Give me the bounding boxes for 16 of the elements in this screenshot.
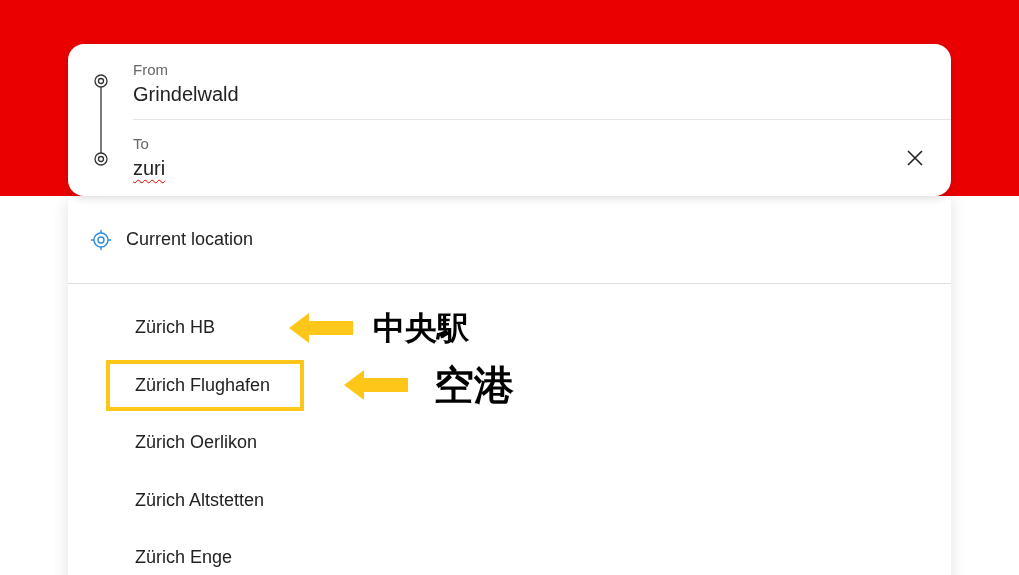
from-field[interactable]: Grindelwald — [133, 79, 951, 108]
current-location-item[interactable]: Current location — [126, 226, 254, 253]
station-suggestion[interactable]: Zürich Enge — [106, 532, 267, 575]
from-label: From — [133, 59, 169, 80]
location-target-icon — [90, 228, 112, 251]
station-suggestion[interactable]: Zürich Altstetten — [106, 474, 299, 526]
annotation-label: 中央駅 — [373, 308, 469, 348]
arrow-icon — [342, 368, 411, 403]
to-field[interactable]: zuri — [133, 154, 907, 182]
station-suggestion[interactable]: Zürich HB — [106, 302, 249, 354]
station-suggestion[interactable]: Zürich Oerlikon — [106, 417, 292, 469]
close-icon[interactable] — [907, 150, 923, 166]
arrow-icon — [287, 310, 355, 345]
to-label: To — [133, 134, 150, 154]
annotation-label: 空港 — [434, 362, 515, 410]
station-suggestion[interactable]: Zürich Flughafen — [106, 359, 305, 411]
